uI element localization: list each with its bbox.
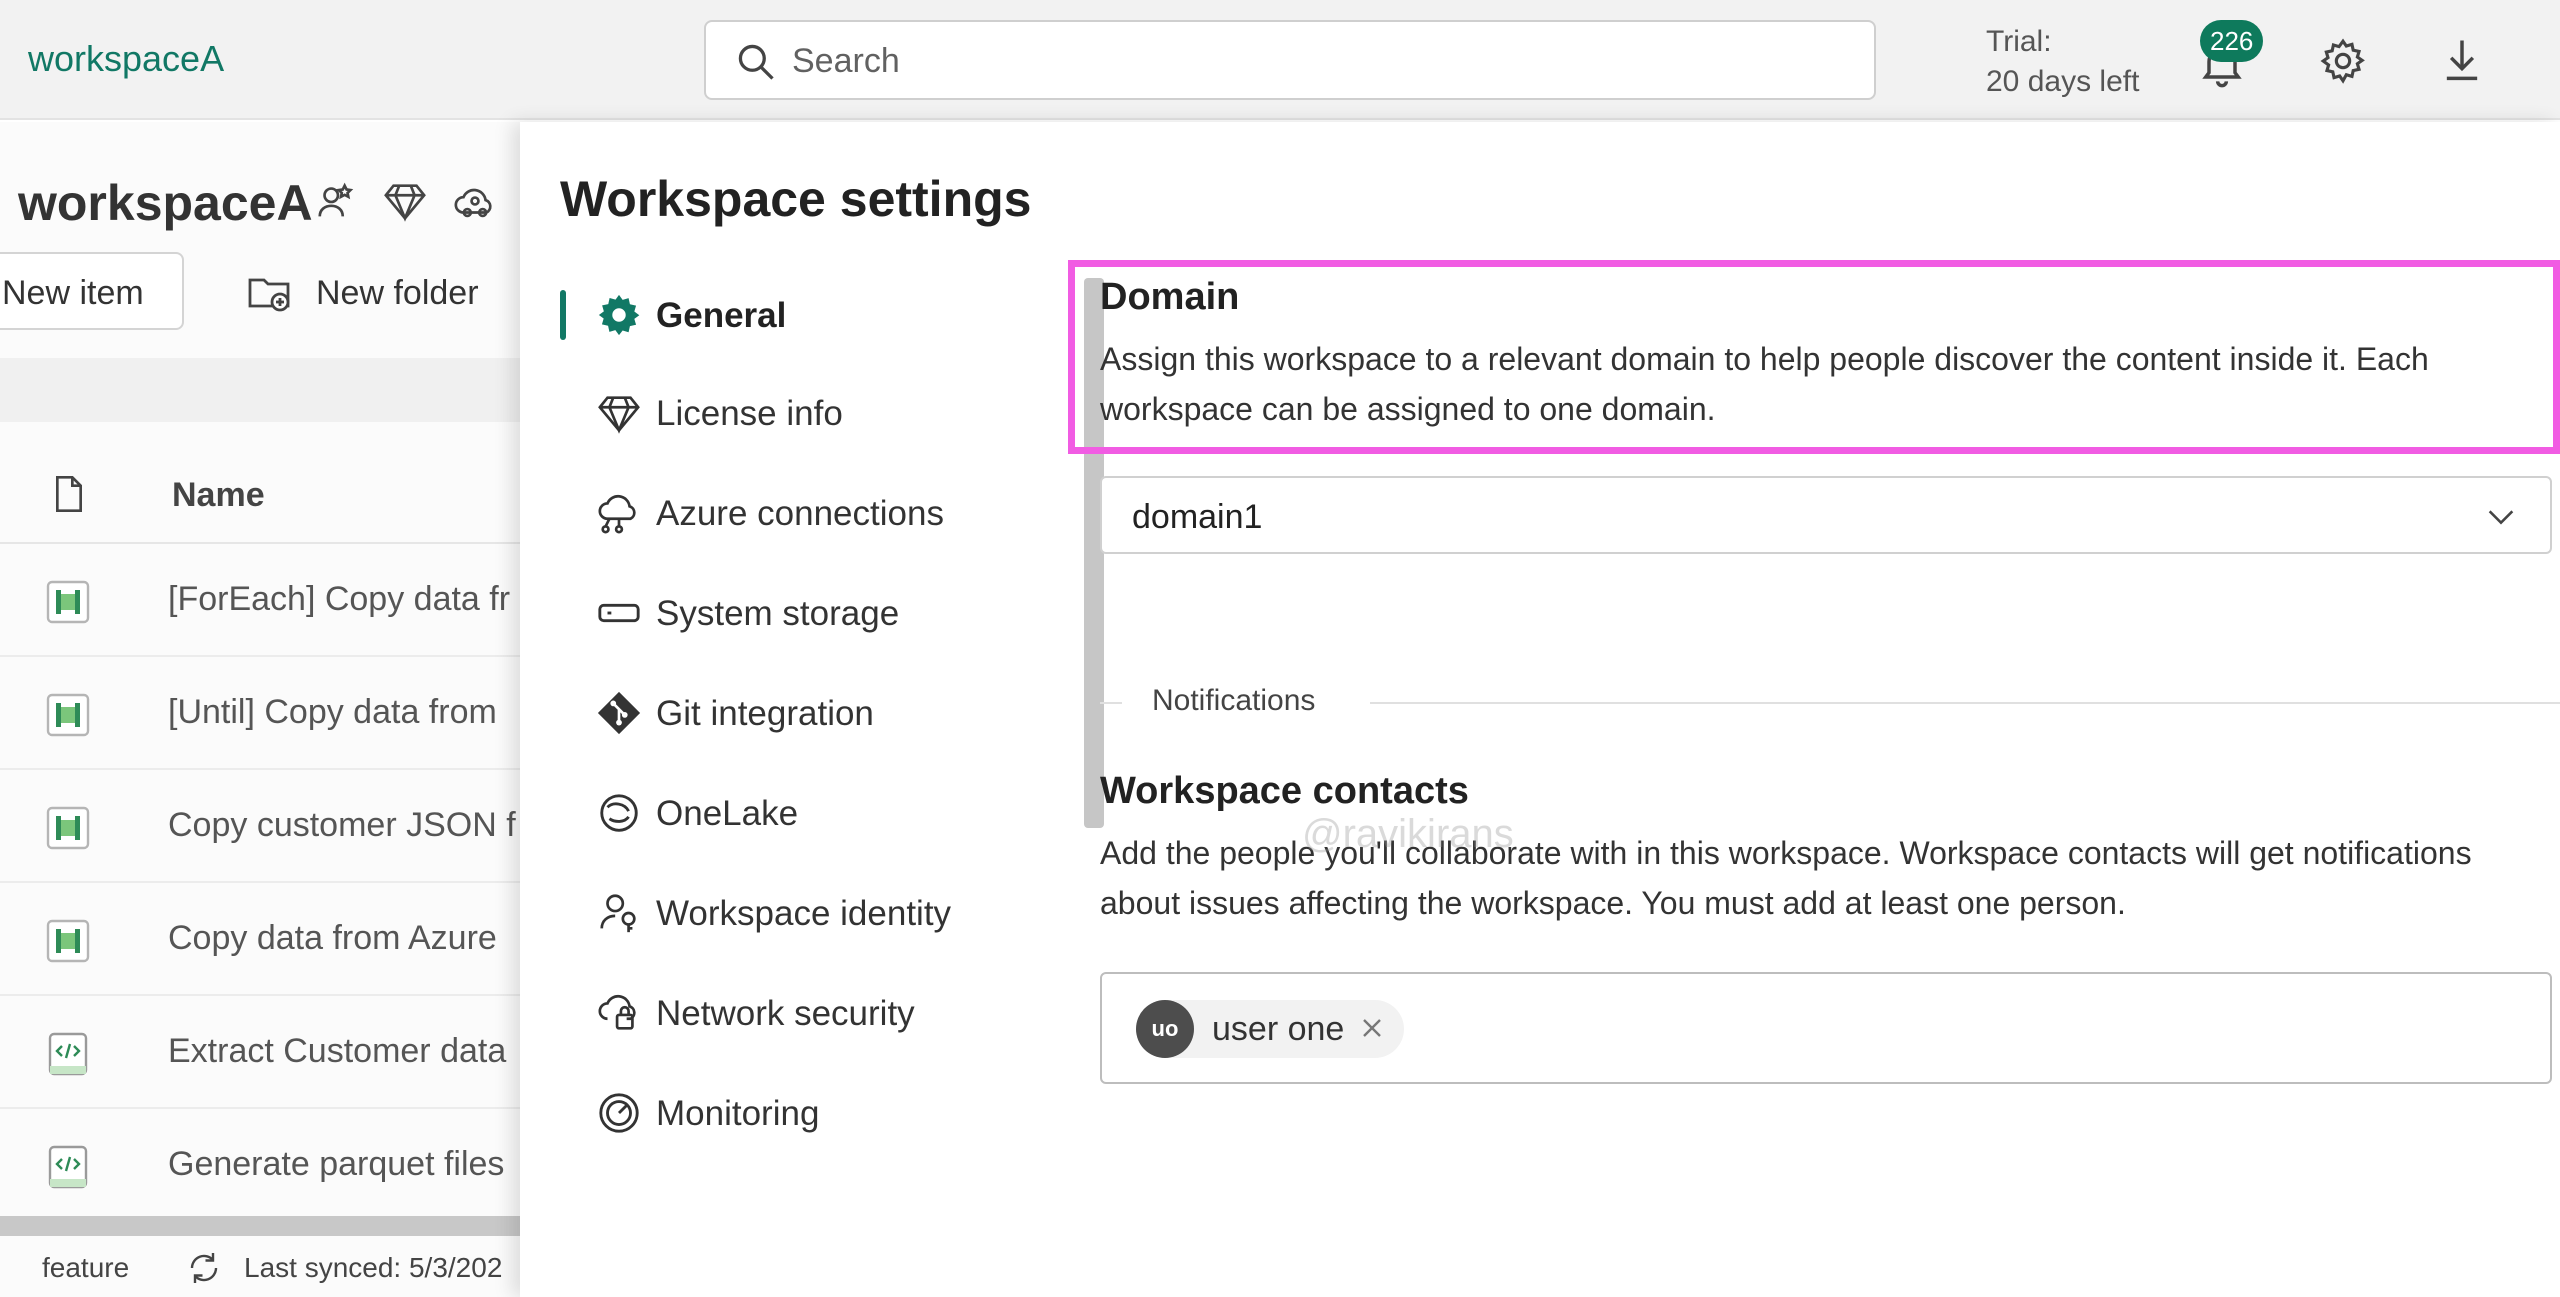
- cloud-link-icon: [598, 494, 636, 534]
- table-row[interactable]: Extract Customer data: [0, 996, 520, 1109]
- nav-item-license-info[interactable]: License info: [560, 370, 1120, 456]
- onelake-icon: [600, 794, 638, 832]
- pipeline-icon: [46, 693, 90, 737]
- trial-label: Trial:: [1986, 25, 2052, 58]
- storage-icon: [598, 603, 640, 623]
- search-icon: [738, 44, 774, 80]
- nav-item-onelake[interactable]: OneLake: [560, 770, 1120, 856]
- table-row[interactable]: [ForEach] Copy data fr: [0, 544, 520, 657]
- domain-title: Domain: [1100, 276, 1240, 318]
- nav-label: System storage: [656, 594, 900, 633]
- document-type-icon: [55, 476, 82, 512]
- diamond-icon[interactable]: [382, 178, 428, 224]
- active-indicator: [560, 290, 566, 340]
- new-item-label: New item: [2, 274, 144, 312]
- item-name: Generate parquet files: [168, 1145, 505, 1183]
- domain-description: Assign this workspace to a relevant doma…: [1100, 341, 2429, 427]
- item-name: Copy customer JSON f: [168, 806, 516, 844]
- workspace-title: workspaceA: [18, 175, 313, 231]
- item-name: [Until] Copy data from: [168, 693, 497, 731]
- domain-dropdown[interactable]: domain1: [1100, 476, 2552, 554]
- item-name: Extract Customer data: [168, 1032, 507, 1070]
- close-icon[interactable]: [1356, 1012, 1388, 1044]
- nav-label: License info: [656, 394, 843, 433]
- item-name: [ForEach] Copy data fr: [168, 580, 511, 618]
- nav-label: General: [656, 296, 787, 335]
- filter-bar: [0, 358, 520, 422]
- workspace-people-icon[interactable]: [314, 178, 360, 224]
- nav-item-general[interactable]: General: [560, 272, 1120, 358]
- new-folder-icon: [248, 278, 290, 312]
- identity-icon: [600, 894, 636, 933]
- nav-label: Azure connections: [656, 494, 944, 533]
- trial-status[interactable]: Trial: 20 days left: [1986, 22, 2139, 102]
- pipeline-icon: [46, 806, 90, 850]
- monitoring-icon: [599, 1093, 639, 1133]
- table-row[interactable]: Copy customer JSON f: [0, 770, 520, 883]
- column-header-name[interactable]: Name: [172, 476, 265, 515]
- search-placeholder: Search: [792, 42, 900, 80]
- notifications-divider-left: [1100, 702, 1122, 704]
- branch-name[interactable]: feature: [42, 1252, 129, 1284]
- nav-label: OneLake: [656, 794, 799, 833]
- domain-selected-value: domain1: [1132, 498, 1263, 536]
- notifications-divider-right: [1370, 702, 2560, 704]
- contact-chip[interactable]: uo user one: [1136, 1000, 1405, 1058]
- nav-item-git-integration[interactable]: Git integration: [560, 670, 1120, 756]
- trial-days-left: 20 days left: [1986, 65, 2140, 98]
- workspace-settings-panel: Workspace settings General License info …: [520, 122, 2560, 1297]
- horizontal-scrollbar[interactable]: [0, 1216, 520, 1236]
- contact-name: user one: [1212, 1010, 1345, 1048]
- top-bar: workspaceA Search Trial: 20 days left 22…: [0, 0, 2560, 120]
- nav-label: Workspace identity: [656, 894, 952, 933]
- status-footer: feature Last synced: 5/3/202: [0, 1242, 520, 1297]
- nav-item-azure-connections[interactable]: Azure connections: [560, 470, 1120, 556]
- git-icon: [597, 691, 641, 735]
- nav-item-network-security[interactable]: Network security: [560, 970, 1120, 1056]
- sync-icon[interactable]: [186, 1250, 222, 1286]
- chevron-down-icon: [2488, 510, 2514, 525]
- settings-gear-icon[interactable]: [2318, 36, 2368, 86]
- notebook-icon: [48, 1145, 88, 1189]
- table-header: Name: [0, 448, 520, 544]
- search-box[interactable]: Search: [704, 20, 1876, 100]
- avatar: uo: [1136, 1000, 1194, 1058]
- nav-label: Git integration: [656, 694, 874, 733]
- nav-item-system-storage[interactable]: System storage: [560, 570, 1120, 656]
- network-icon: [598, 994, 636, 1030]
- pipeline-icon: [46, 580, 90, 624]
- table-row[interactable]: [Until] Copy data from: [0, 657, 520, 770]
- item-name: Copy data from Azure: [168, 919, 497, 957]
- contacts-title: Workspace contacts: [1100, 770, 1469, 812]
- nav-item-monitoring[interactable]: Monitoring: [560, 1070, 1120, 1156]
- cloud-network-icon[interactable]: [452, 178, 498, 224]
- new-folder-label: New folder: [316, 274, 479, 312]
- pipeline-icon: [46, 919, 90, 963]
- new-item-button[interactable]: New item: [0, 252, 184, 330]
- table-row[interactable]: Generate parquet files: [0, 1109, 520, 1222]
- table-row[interactable]: Copy data from Azure: [0, 883, 520, 996]
- gear-icon: [598, 294, 640, 336]
- diamond-icon: [598, 396, 640, 434]
- nav-label: Network security: [656, 994, 915, 1033]
- panel-title: Workspace settings: [560, 171, 1032, 227]
- workspace-breadcrumb[interactable]: workspaceA: [28, 38, 224, 80]
- last-synced-text: Last synced: 5/3/202: [244, 1252, 503, 1283]
- watermark-text: @ravikirans: [1302, 812, 1514, 856]
- download-icon[interactable]: [2436, 34, 2488, 86]
- notifications-label: Notifications: [1136, 684, 1332, 718]
- notification-badge: 226: [2200, 20, 2264, 62]
- nav-item-workspace-identity[interactable]: Workspace identity: [560, 870, 1120, 956]
- workspace-background: workspaceA New item New folder Name [For…: [0, 122, 520, 1297]
- notebook-icon: [48, 1032, 88, 1076]
- contacts-input[interactable]: uo user one: [1100, 972, 2552, 1084]
- nav-label: Monitoring: [656, 1094, 820, 1133]
